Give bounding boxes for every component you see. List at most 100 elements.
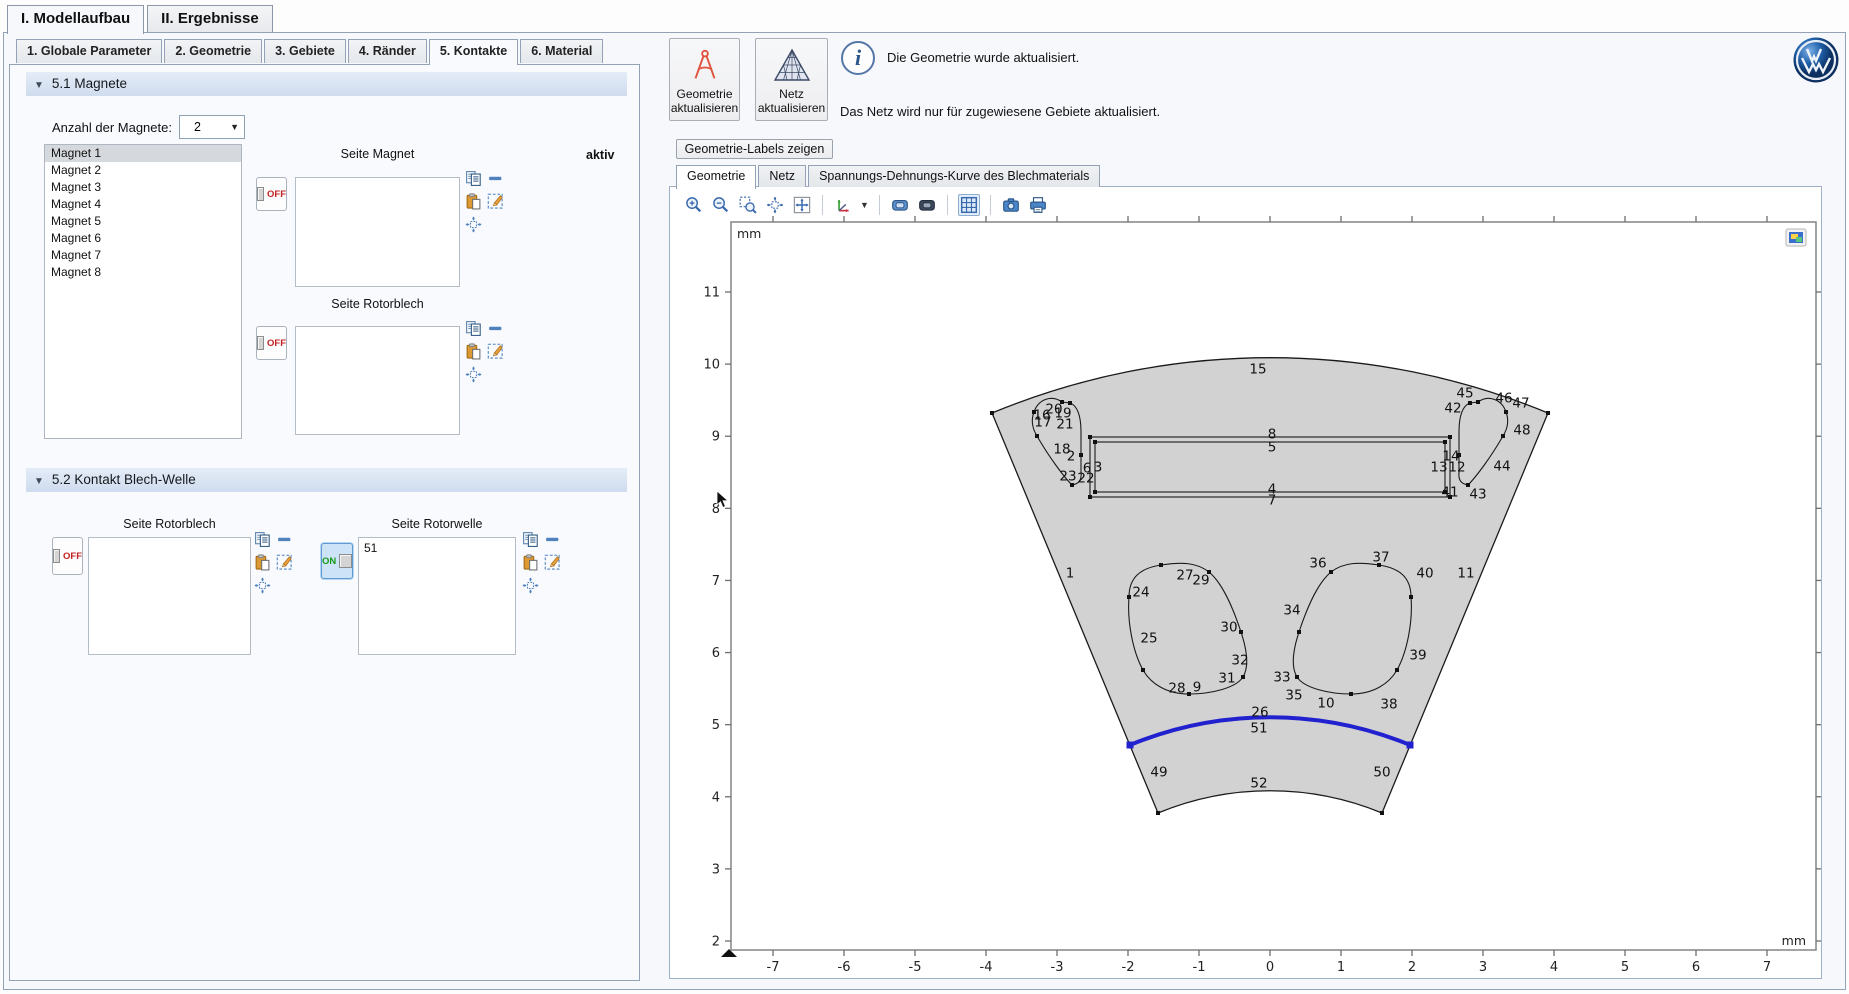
- svg-text:2: 2: [1408, 960, 1416, 975]
- magnet-list-item[interactable]: Magnet 5: [45, 213, 241, 230]
- toolbar-separator: [879, 195, 880, 215]
- selection-box-seite-rotorwelle[interactable]: 51: [358, 537, 516, 655]
- svg-text:25: 25: [1140, 631, 1157, 647]
- copy-image-icon[interactable]: [890, 195, 910, 215]
- toolbar-separator: [990, 195, 991, 215]
- zoom-in-icon[interactable]: [684, 195, 704, 215]
- paste-selection-icon[interactable]: [465, 193, 482, 210]
- zoom-to-selection-icon[interactable]: [765, 195, 785, 215]
- export-image-icon[interactable]: [917, 195, 937, 215]
- remove-selection-icon[interactable]: [276, 531, 293, 548]
- svg-text:30: 30: [1220, 620, 1237, 636]
- svg-text:-6: -6: [838, 960, 851, 975]
- svg-text:10: 10: [1317, 696, 1334, 712]
- view-tab-geometrie[interactable]: Geometrie: [676, 165, 756, 189]
- step-tab-4-ränder[interactable]: 4. Ränder: [348, 39, 427, 63]
- show-geometry-labels-button[interactable]: Geometrie-Labels zeigen: [676, 139, 833, 159]
- magnet-list[interactable]: Magnet 1Magnet 2Magnet 3Magnet 4Magnet 5…: [44, 144, 242, 439]
- zoom-to-selection-icon[interactable]: [465, 366, 482, 383]
- plot-thumbnail-icon[interactable]: [1786, 229, 1806, 246]
- selection-tools-seite-rotorwelle: [522, 531, 566, 599]
- magnet-list-item[interactable]: Magnet 1: [45, 145, 241, 162]
- view-tab-netz[interactable]: Netz: [758, 165, 806, 187]
- copy-selection-icon[interactable]: [465, 320, 482, 337]
- zoom-to-selection-icon[interactable]: [465, 216, 482, 233]
- clear-selection-icon[interactable]: [487, 193, 504, 210]
- clear-selection-icon[interactable]: [276, 554, 293, 571]
- collapse-triangle-icon[interactable]: ▼: [34, 74, 44, 98]
- toggle-seite-rotorwelle[interactable]: ON: [321, 543, 353, 579]
- toggle-state-label: OFF: [63, 551, 82, 562]
- view-tab-spannungs-dehnungs-kurve-des-blechmaterials[interactable]: Spannungs-Dehnungs-Kurve des Blechmateri…: [808, 165, 1100, 187]
- svg-text:-1: -1: [1193, 960, 1206, 975]
- svg-text:4: 4: [1550, 960, 1558, 975]
- toggle-seite-rotorblech-1[interactable]: OFF: [256, 326, 287, 360]
- step-tab-3-gebiete[interactable]: 3. Gebiete: [264, 39, 346, 63]
- zoom-to-selection-icon[interactable]: [254, 577, 271, 594]
- selection-box-seite-rotorblech-2[interactable]: [88, 537, 251, 655]
- svg-text:34: 34: [1283, 603, 1300, 619]
- view-orientation-dropdown-caret[interactable]: ▼: [860, 200, 869, 210]
- svg-text:50: 50: [1373, 765, 1390, 781]
- svg-text:44: 44: [1493, 459, 1510, 475]
- magnet-count-select[interactable]: 2 ▼: [179, 115, 245, 139]
- toggle-seite-rotorblech-2[interactable]: OFF: [52, 537, 83, 575]
- paste-selection-icon[interactable]: [522, 554, 539, 571]
- magnet-list-item[interactable]: Magnet 3: [45, 179, 241, 196]
- selection-entry[interactable]: 51: [359, 538, 515, 555]
- application-window: I. ModellaufbauII. Ergebnisse 1. Globale…: [0, 0, 1849, 994]
- copy-selection-icon[interactable]: [522, 531, 539, 548]
- svg-text:2: 2: [712, 935, 720, 950]
- collapse-triangle-icon[interactable]: ▼: [34, 470, 44, 494]
- step-tab-6-material[interactable]: 6. Material: [520, 39, 603, 63]
- section-header-magnete[interactable]: ▼5.1 Magnete: [26, 72, 627, 96]
- selection-box-seite-magnet[interactable]: [295, 177, 460, 287]
- paste-selection-icon[interactable]: [254, 554, 271, 571]
- zoom-box-icon[interactable]: [738, 195, 758, 215]
- svg-text:23: 23: [1059, 469, 1076, 485]
- svg-text:29: 29: [1192, 573, 1209, 589]
- magnet-count-value: 2: [194, 120, 201, 134]
- toggle-seite-magnet[interactable]: OFF: [256, 177, 287, 211]
- remove-selection-icon[interactable]: [487, 320, 504, 337]
- svg-text:4: 4: [712, 790, 720, 805]
- snapshot-camera-icon[interactable]: [1001, 195, 1021, 215]
- remove-selection-icon[interactable]: [544, 531, 561, 548]
- svg-text:40: 40: [1416, 566, 1433, 582]
- magnet-list-item[interactable]: Magnet 4: [45, 196, 241, 213]
- update-mesh-button[interactable]: Netz aktualisieren: [755, 38, 828, 121]
- svg-text:41: 41: [1441, 485, 1458, 501]
- clear-selection-icon[interactable]: [544, 554, 561, 571]
- magnet-list-item[interactable]: Magnet 7: [45, 247, 241, 264]
- print-icon[interactable]: [1028, 195, 1048, 215]
- section-header-kontakt[interactable]: ▼5.2 Kontakt Blech-Welle: [26, 468, 627, 492]
- zoom-out-icon[interactable]: [711, 195, 731, 215]
- svg-text:35: 35: [1285, 688, 1302, 704]
- update-geometry-button[interactable]: Geometrie aktualisieren: [669, 38, 740, 121]
- selection-box-seite-rotorblech-1[interactable]: [295, 326, 460, 435]
- zoom-to-selection-icon[interactable]: [522, 577, 539, 594]
- svg-text:22: 22: [1077, 471, 1094, 487]
- magnet-list-item[interactable]: Magnet 6: [45, 230, 241, 247]
- main-tab-ii-ergebnisse[interactable]: II. Ergebnisse: [147, 5, 273, 32]
- copy-selection-icon[interactable]: [465, 170, 482, 187]
- main-tab-i-modellaufbau[interactable]: I. Modellaufbau: [7, 5, 144, 34]
- remove-selection-icon[interactable]: [487, 170, 504, 187]
- zoom-extents-icon[interactable]: [792, 195, 812, 215]
- magnet-list-item[interactable]: Magnet 2: [45, 162, 241, 179]
- magnet-list-item[interactable]: Magnet 8: [45, 264, 241, 281]
- toggle-checkbox: [339, 554, 352, 568]
- info-glyph: i: [855, 45, 861, 71]
- clear-selection-icon[interactable]: [487, 343, 504, 360]
- step-tab-5-kontakte[interactable]: 5. Kontakte: [429, 39, 518, 65]
- view-orientation-icon[interactable]: [833, 195, 853, 215]
- toolbar-separator: [822, 195, 823, 215]
- step-tab-2-geometrie[interactable]: 2. Geometrie: [164, 39, 262, 63]
- paste-selection-icon[interactable]: [465, 343, 482, 360]
- svg-text:3: 3: [712, 862, 720, 877]
- geometry-plot-canvas[interactable]: -7-6-5-4-3-2-101234567234567891011mmmm 1…: [700, 215, 1824, 980]
- copy-selection-icon[interactable]: [254, 531, 271, 548]
- step-tab-1-globale-parameter[interactable]: 1. Globale Parameter: [16, 39, 162, 63]
- grid-toggle-icon[interactable]: [958, 194, 980, 216]
- svg-text:32: 32: [1231, 653, 1248, 669]
